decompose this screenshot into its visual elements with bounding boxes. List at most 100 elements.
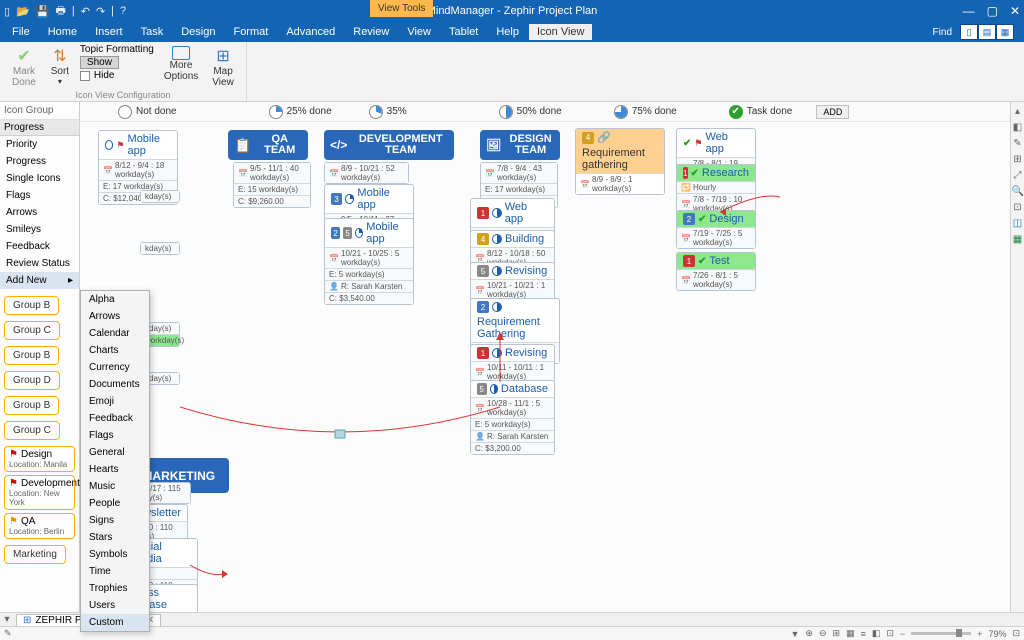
zoom-label[interactable]: 79% (988, 629, 1006, 639)
status-icon[interactable]: ≡ (861, 629, 866, 639)
cat-progress[interactable]: Progress (0, 153, 79, 170)
card-revising2[interactable]: 1Revising 📅10/11 - 10/11 : 1 workday(s) (470, 344, 555, 383)
tool-icon[interactable]: ◧ (1012, 122, 1024, 134)
submenu-hearts[interactable]: Hearts (81, 461, 149, 478)
cat-review-status[interactable]: Review Status (0, 255, 79, 272)
group-badge[interactable]: Group C (4, 321, 60, 340)
card-test[interactable]: 1✔Test 📅7/26 - 8/1 : 5 workday(s) (676, 252, 756, 291)
find-label[interactable]: Find (933, 27, 952, 38)
hide-checkbox[interactable] (80, 71, 90, 81)
group-badge[interactable]: Group B (4, 346, 59, 365)
submenu-flags[interactable]: Flags (81, 427, 149, 444)
group-badge[interactable]: Group B (4, 396, 59, 415)
design-badge[interactable]: ⚑Design Location: Manila (4, 446, 75, 472)
fit-icon[interactable]: ⊡ (1012, 628, 1020, 639)
menu-insert[interactable]: Insert (87, 24, 131, 40)
group-badge[interactable]: Group C (4, 421, 60, 440)
canvas[interactable]: ⚑Mobile app 📅8/12 - 9/4 : 18 workday(s) … (80, 122, 1010, 612)
save-icon[interactable]: 💾 (36, 5, 50, 18)
submenu-emoji[interactable]: Emoji (81, 393, 149, 410)
submenu-general[interactable]: General (81, 444, 149, 461)
submenu-people[interactable]: People (81, 495, 149, 512)
group-badge[interactable]: Group B (4, 296, 59, 315)
submenu-music[interactable]: Music (81, 478, 149, 495)
submenu-documents[interactable]: Documents (81, 376, 149, 393)
tool-icon[interactable]: ✎ (1012, 138, 1024, 150)
card-research[interactable]: 1✔Research 🔁Hourly 📅7/8 - 7/19 : 10 work… (676, 164, 756, 215)
card-hidden[interactable]: kday(s) (140, 242, 180, 255)
status-icon[interactable]: ◧ (872, 628, 881, 639)
status-icon[interactable]: ⊞ (833, 628, 841, 639)
card-qa-detail[interactable]: 📅9/5 - 11/1 : 40 workday(s) E: 15 workda… (233, 162, 311, 208)
menu-design[interactable]: Design (173, 24, 223, 40)
add-column-button[interactable]: ADD (816, 105, 849, 119)
redo-icon[interactable]: ↷ (96, 5, 105, 18)
search-icon[interactable]: 🔍 (1012, 186, 1024, 198)
card-qa-team[interactable]: 📋QA TEAM (228, 130, 308, 160)
submenu-alpha[interactable]: Alpha (81, 291, 149, 308)
status-icon[interactable]: ▦ (846, 628, 855, 639)
menu-advanced[interactable]: Advanced (278, 24, 343, 40)
view-switch-2[interactable]: ▤ (978, 24, 996, 40)
card-dev-team[interactable]: </>DEVELOPMENT TEAM (324, 130, 454, 160)
submenu-feedback[interactable]: Feedback (81, 410, 149, 427)
submenu-arrows[interactable]: Arrows (81, 308, 149, 325)
outlook-icon[interactable]: ◫ (1012, 218, 1024, 230)
card-req-gathering[interactable]: 4🔗Requirement gathering 📅8/9 - 8/9 : 1 w… (575, 128, 665, 195)
cat-smileys[interactable]: Smileys (0, 221, 79, 238)
cat-priority[interactable]: Priority (0, 136, 79, 153)
menu-file[interactable]: File (4, 24, 38, 40)
zoom-in-icon[interactable]: + (977, 629, 982, 639)
cat-add-new[interactable]: Add New ▸ (0, 272, 79, 289)
tool-icon[interactable]: ⊞ (1012, 154, 1024, 166)
print-icon[interactable]: 🖶 (55, 2, 65, 21)
pen-icon[interactable]: ✎ (4, 628, 12, 639)
qa-badge[interactable]: ⚑QA Location: Berlin (4, 513, 75, 539)
menu-review[interactable]: Review (345, 24, 397, 40)
submenu-trophies[interactable]: Trophies (81, 580, 149, 597)
help-icon[interactable]: ? (120, 5, 126, 17)
scroll-up-icon[interactable]: ▴ (1012, 106, 1024, 118)
menu-task[interactable]: Task (133, 24, 172, 40)
more-options-button[interactable]: More Options (160, 44, 202, 84)
card-dev-mobile2[interactable]: 25Mobile app 📅10/21 - 10/25 : 5 workday(… (324, 218, 414, 305)
marketing-badge[interactable]: Marketing (4, 545, 66, 564)
menu-home[interactable]: Home (40, 24, 85, 40)
card-design-team[interactable]: 🖼DESIGN TEAM (480, 130, 560, 160)
menu-tablet[interactable]: Tablet (441, 24, 486, 40)
menu-icon-view[interactable]: Icon View (529, 24, 593, 40)
submenu-currency[interactable]: Currency (81, 359, 149, 376)
cat-arrows[interactable]: Arrows (0, 204, 79, 221)
status-icon[interactable]: ⊖ (819, 628, 827, 639)
menu-format[interactable]: Format (225, 24, 276, 40)
submenu-custom[interactable]: Custom (81, 614, 149, 631)
submenu-symbols[interactable]: Symbols (81, 546, 149, 563)
open-icon[interactable]: 📂 (16, 5, 30, 18)
card-hidden[interactable]: kday(s) (140, 190, 180, 203)
development-badge[interactable]: ⚑Development Location: New York (4, 475, 75, 510)
maximize-icon[interactable]: ▢ (987, 4, 998, 18)
view-switch-3[interactable]: ▦ (996, 24, 1014, 40)
submenu-users[interactable]: Users (81, 597, 149, 614)
undo-icon[interactable]: ↶ (81, 5, 90, 18)
cat-feedback[interactable]: Feedback (0, 238, 79, 255)
show-button[interactable]: Show (80, 56, 119, 69)
view-switch-1[interactable]: ▯ (960, 24, 978, 40)
status-icon[interactable]: ⊡ (886, 628, 894, 639)
selected-category[interactable]: Progress (0, 120, 79, 136)
minimize-icon[interactable]: — (963, 4, 975, 18)
submenu-stars[interactable]: Stars (81, 529, 149, 546)
tool-icon[interactable]: ⊡ (1012, 202, 1024, 214)
card-revising[interactable]: 5Revising 📅10/21 - 10/21 : 1 workday(s) (470, 262, 555, 301)
tab-menu-icon[interactable]: ▾ (0, 614, 14, 625)
cat-single-icons[interactable]: Single Icons (0, 170, 79, 187)
card-database[interactable]: 5Database 📅10/28 - 11/1 : 5 workday(s) E… (470, 380, 555, 455)
submenu-calendar[interactable]: Calendar (81, 325, 149, 342)
excel-icon[interactable]: ▦ (1012, 234, 1024, 246)
zoom-slider[interactable] (911, 632, 971, 635)
sort-button[interactable]: ⇅ Sort ▾ (46, 44, 74, 88)
new-icon[interactable]: ▯ (4, 5, 10, 18)
tool-icon[interactable]: ⤢ (1012, 170, 1024, 182)
menu-help[interactable]: Help (488, 24, 527, 40)
map-view-button[interactable]: ⊞ Map View (208, 44, 238, 90)
